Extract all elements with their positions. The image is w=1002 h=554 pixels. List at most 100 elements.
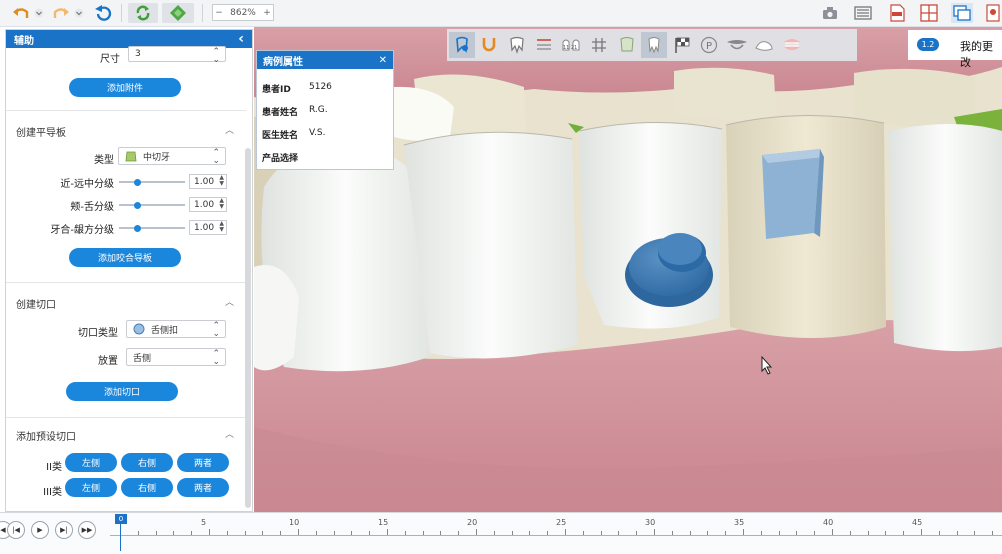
gum-icon[interactable] xyxy=(751,32,777,58)
chevron-up-icon[interactable]: ︿ xyxy=(225,123,234,136)
split-view-icon[interactable] xyxy=(918,3,940,23)
undo-dropdown-icon[interactable] xyxy=(33,3,45,23)
add-occlusal-guide-button[interactable]: 添加咬合导板 xyxy=(69,248,181,267)
spinner-icon[interactable]: ▲ ▼ xyxy=(219,175,224,187)
cut-type-select[interactable]: 舌侧扣 ⌃ ⌄ xyxy=(126,320,226,339)
timeline-tick xyxy=(885,531,887,535)
undo-icon[interactable] xyxy=(10,3,32,23)
tooth-mesh-icon[interactable] xyxy=(614,32,640,58)
gingival-label: 牙合-龈方分级 xyxy=(50,225,114,236)
guide-type-label: 类型 xyxy=(94,155,114,166)
preset-cut-title: 添加预设切口 xyxy=(16,432,76,443)
add-cut-button[interactable]: 添加切口 xyxy=(66,382,178,401)
size-label: 尺寸 xyxy=(100,54,120,65)
diamond-icon[interactable] xyxy=(162,3,194,23)
tooth-numbering-icon[interactable]: 11 21 xyxy=(559,32,585,58)
collapse-panel-icon[interactable]: ‹ xyxy=(238,31,244,47)
my-changes-label[interactable]: 我的更改 xyxy=(960,38,1002,70)
chevron-up-icon[interactable]: ︿ xyxy=(225,427,234,440)
timeline-tick xyxy=(209,529,210,535)
version-badge[interactable]: 1.2 xyxy=(917,38,939,51)
timeline-tick xyxy=(849,531,851,535)
chevron-up-icon[interactable]: ︿ xyxy=(225,295,234,308)
labial-lingual-slider[interactable] xyxy=(119,201,185,209)
panel-scrollbar[interactable] xyxy=(245,148,251,508)
occlusal-guide-title: 创建平导板 xyxy=(16,128,66,139)
mesiodistal-input[interactable]: 1.00 ▲ ▼ xyxy=(189,174,227,189)
tooth-roots-icon[interactable] xyxy=(504,32,530,58)
slider-knob[interactable] xyxy=(134,224,141,232)
camera-icon[interactable] xyxy=(819,3,841,23)
timeline-tick xyxy=(493,531,495,535)
export-icon[interactable] xyxy=(984,3,1002,23)
cut-type-label: 切口类型 xyxy=(78,328,118,339)
mesiodistal-slider[interactable] xyxy=(119,178,185,186)
zoom-value[interactable]: 862% xyxy=(225,8,261,18)
refresh-icon[interactable] xyxy=(128,3,158,23)
chevron-updown-icon: ⌃ ⌄ xyxy=(212,321,220,339)
timeline-tick xyxy=(743,529,744,535)
placement-value: 舌侧 xyxy=(133,353,152,364)
product-selection-label: 产品选择 xyxy=(262,154,299,164)
size-select[interactable]: 3 ⌃ ⌄ xyxy=(128,46,226,65)
class-ii-right-button[interactable]: 右侧 xyxy=(121,453,173,472)
redo-dropdown-icon[interactable] xyxy=(73,3,85,23)
timeline-tick xyxy=(600,531,602,535)
timeline-tick xyxy=(226,531,228,535)
zoom-out-button[interactable]: − xyxy=(213,8,225,18)
tooth-single-icon[interactable] xyxy=(641,32,667,58)
timeline-tick xyxy=(903,531,905,535)
timeline-tick xyxy=(137,531,139,535)
spinner-icon[interactable]: ▲ ▼ xyxy=(219,198,224,210)
occlusal-icon[interactable] xyxy=(724,32,750,58)
reset-view-icon[interactable] xyxy=(92,3,114,23)
timeline-playhead[interactable] xyxy=(120,523,121,551)
timeline-tick xyxy=(565,529,566,535)
timeline-tick xyxy=(832,529,833,535)
tooth-pin-icon[interactable] xyxy=(448,32,475,58)
doctor-name-label: 医生姓名 xyxy=(262,131,299,141)
create-cut-section: 创建切口 ︿ 切口类型 舌侧扣 ⌃ ⌄ 放置 舌侧 ⌃ ⌄ 添加切口 xyxy=(6,282,246,414)
checkered-flag-icon[interactable] xyxy=(669,32,695,58)
play-icon[interactable]: ▶ xyxy=(31,521,49,539)
skip-forward-icon[interactable]: ▶| xyxy=(55,521,73,539)
guide-type-select[interactable]: 中切牙 ⌃ ⌄ xyxy=(118,147,226,166)
p-icon[interactable]: P xyxy=(696,32,722,58)
version-status: 1.2 我的更改 xyxy=(908,30,1002,69)
window-icon[interactable] xyxy=(951,3,973,23)
tick-label: 15 xyxy=(378,518,389,527)
placement-select[interactable]: 舌侧 ⌃ ⌄ xyxy=(126,348,226,367)
preset-cut-section: 添加预设切口 ︿ II类 左侧 右侧 两者 III类 左侧 右侧 两者 xyxy=(6,417,246,511)
incisor-icon xyxy=(125,151,137,161)
close-icon[interactable]: ✕ xyxy=(379,55,387,66)
redo-icon[interactable] xyxy=(50,3,72,23)
timeline-tick xyxy=(814,531,816,535)
zoom-in-button[interactable]: + xyxy=(261,8,273,18)
patient-id-value: 5126 xyxy=(309,82,332,92)
gingival-slider[interactable] xyxy=(119,224,185,232)
slider-knob[interactable] xyxy=(134,201,141,209)
slider-knob[interactable] xyxy=(134,178,141,186)
class-iii-left-button[interactable]: 左侧 xyxy=(65,478,117,497)
timeline-tick xyxy=(671,531,673,535)
arch-u-icon[interactable] xyxy=(476,32,502,58)
labial-lingual-input[interactable]: 1.00 ▲ ▼ xyxy=(189,197,227,212)
class-iii-both-button[interactable]: 两者 xyxy=(177,478,229,497)
skip-start-icon[interactable]: |◀ xyxy=(7,521,25,539)
current-stage-marker[interactable]: 0 xyxy=(115,514,127,524)
pdf-icon[interactable] xyxy=(886,3,908,23)
align-lines-icon[interactable] xyxy=(531,32,557,58)
spinner-icon[interactable]: ▲ ▼ xyxy=(219,221,224,233)
list-icon[interactable] xyxy=(852,3,874,23)
add-attachment-button[interactable]: 添加附件 xyxy=(69,78,181,97)
class-ii-left-button[interactable]: 左侧 xyxy=(65,453,117,472)
skip-end-icon[interactable]: ▶▶ xyxy=(78,521,96,539)
timeline-tick xyxy=(458,531,460,535)
case-properties-header: 病例属性 ✕ xyxy=(257,51,393,69)
grid-icon[interactable] xyxy=(586,32,612,58)
gingival-input[interactable]: 1.00 ▲ ▼ xyxy=(189,220,227,235)
timeline-tick xyxy=(476,529,477,535)
class-iii-right-button[interactable]: 右侧 xyxy=(121,478,173,497)
smile-icon[interactable] xyxy=(779,32,805,58)
class-ii-both-button[interactable]: 两者 xyxy=(177,453,229,472)
